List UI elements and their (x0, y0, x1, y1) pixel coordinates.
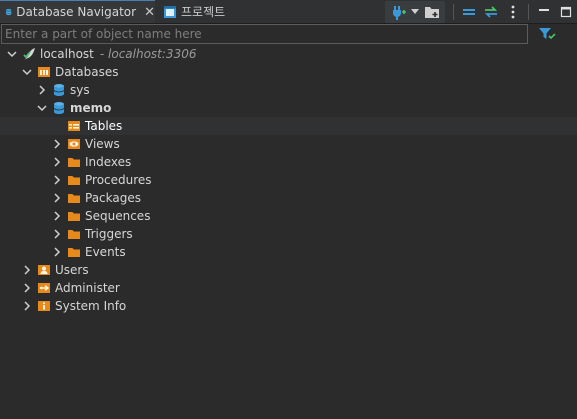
chevron-right-icon[interactable] (51, 228, 63, 240)
folder-icon (68, 176, 80, 185)
new-connection-button[interactable] (387, 2, 409, 22)
chevron-down-icon[interactable] (21, 66, 33, 78)
tree-item-label: Views (85, 137, 120, 151)
tree-item-label: Sequences (85, 209, 151, 223)
chevron-down-icon[interactable] (6, 48, 18, 60)
info-icon (38, 301, 50, 311)
folder-add-icon (425, 6, 439, 18)
tab-label: 프로젝트 (181, 5, 226, 19)
database-label: memo (70, 101, 112, 115)
project-icon (164, 5, 176, 18)
view-toolbar (385, 0, 577, 23)
database-icon (53, 102, 65, 114)
plug-add-icon (393, 5, 406, 20)
chevron-right-icon[interactable] (21, 264, 33, 276)
tree-item-label: Users (55, 263, 89, 277)
tab-database-navigator[interactable]: Database Navigator ✕ (0, 0, 155, 23)
database-icon (53, 84, 65, 96)
tree-item-sys[interactable]: sys (0, 81, 577, 99)
filter-options-button[interactable] (538, 27, 556, 44)
object-name-filter-input[interactable] (1, 24, 528, 44)
maximize-button[interactable] (555, 2, 577, 22)
toolbar-separator (528, 3, 529, 20)
collapse-icon (463, 8, 475, 15)
users-icon (38, 265, 50, 275)
eye-icon (68, 139, 80, 149)
tree-item-label: Procedures (85, 173, 152, 187)
tree-item-connection[interactable]: localhost - localhost:3306 (0, 45, 577, 63)
tree-item-memo[interactable]: memo (0, 99, 577, 117)
maximize-icon (560, 6, 572, 17)
tree-item-administer[interactable]: Administer (0, 279, 577, 297)
tree-item-label: Packages (85, 191, 141, 205)
tables-icon (68, 121, 80, 131)
chevron-right-icon[interactable] (51, 156, 63, 168)
chevron-right-icon[interactable] (51, 174, 63, 186)
databases-label: Databases (55, 65, 119, 79)
connection-label: localhost (40, 47, 94, 61)
folder-icon (68, 158, 80, 167)
tree-item-procedures[interactable]: Procedures (0, 171, 577, 189)
connection-host-label: - localhost:3306 (99, 47, 197, 61)
tree-item-events[interactable]: Events (0, 243, 577, 261)
view-tab-bar: Database Navigator ✕ 프로젝트 (0, 0, 577, 24)
folder-icon (68, 230, 80, 239)
close-icon[interactable]: ✕ (144, 6, 155, 19)
chevron-right-icon[interactable] (51, 192, 63, 204)
mysql-connection-icon (23, 48, 35, 60)
database-tree: localhost - localhost:3306 Databases sys (0, 45, 577, 315)
tree-item-system-info[interactable]: System Info (0, 297, 577, 315)
filter-funnel-icon (539, 28, 556, 40)
tree-item-label: Events (85, 245, 126, 259)
chevron-right-icon[interactable] (51, 210, 63, 222)
toolbar-separator (453, 3, 454, 20)
link-with-editor-button[interactable] (480, 2, 502, 22)
filter-bar (0, 24, 577, 46)
toolbar-group (385, 0, 445, 23)
chevron-right-icon[interactable] (36, 84, 48, 96)
dropdown-arrow-icon[interactable] (409, 2, 421, 22)
tree-item-label: Administer (55, 281, 120, 295)
folder-icon (68, 194, 80, 203)
databases-folder-icon (38, 67, 50, 77)
tab-label: Database Navigator (16, 5, 137, 19)
new-folder-button[interactable] (421, 2, 443, 22)
tree-item-label: Triggers (85, 227, 133, 241)
tab-project[interactable]: 프로젝트 (158, 0, 258, 23)
minimize-icon (539, 8, 549, 11)
kebab-menu-icon (511, 5, 515, 18)
view-menu-button[interactable] (502, 2, 524, 22)
chevron-right-icon[interactable] (51, 138, 63, 150)
tree-item-views[interactable]: Views (0, 135, 577, 153)
tree-item-packages[interactable]: Packages (0, 189, 577, 207)
tree-item-label: System Info (55, 299, 127, 313)
database-label: sys (70, 83, 90, 97)
tree-item-sequences[interactable]: Sequences (0, 207, 577, 225)
folder-icon (68, 212, 80, 221)
tree-item-indexes[interactable]: Indexes (0, 153, 577, 171)
minimize-button[interactable] (533, 2, 555, 22)
tree-item-databases[interactable]: Databases (0, 63, 577, 81)
tree-item-users[interactable]: Users (0, 261, 577, 279)
chevron-right-icon[interactable] (51, 246, 63, 258)
tree-item-triggers[interactable]: Triggers (0, 225, 577, 243)
chevron-down-icon[interactable] (36, 102, 48, 114)
chevron-right-icon[interactable] (21, 300, 33, 312)
chevron-right-icon[interactable] (21, 282, 33, 294)
folder-icon (68, 248, 80, 257)
tree-item-tables[interactable]: Tables (0, 117, 577, 135)
administer-icon (38, 283, 50, 293)
tree-item-label: Tables (85, 119, 123, 133)
tree-item-label: Indexes (85, 155, 132, 169)
sync-arrows-icon (484, 5, 498, 18)
database-navigator-icon (5, 8, 12, 16)
collapse-all-button[interactable] (458, 2, 480, 22)
